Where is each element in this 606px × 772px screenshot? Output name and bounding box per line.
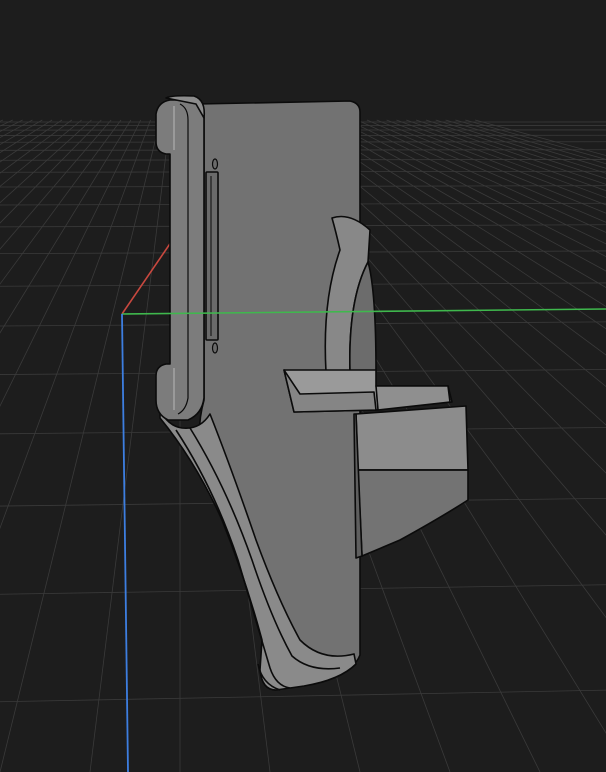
mounting-slot <box>205 171 219 341</box>
slot-bottom-hole <box>211 342 219 354</box>
block-front-face <box>357 469 469 557</box>
grid-line <box>0 119 43 146</box>
grid-line <box>0 689 606 703</box>
3d-viewport[interactable] <box>0 0 606 772</box>
grid-line <box>0 119 112 250</box>
grid-line <box>0 119 13 127</box>
grid-line <box>0 119 132 334</box>
model-bracket-mount[interactable] <box>155 94 469 691</box>
grid-line <box>0 119 92 204</box>
grid-line <box>0 119 161 772</box>
grid-line <box>89 119 171 772</box>
shelf-ledge-step <box>375 385 451 411</box>
grid-line <box>0 119 4 122</box>
left-rail <box>155 99 205 421</box>
grid-line <box>0 119 151 530</box>
grid-line <box>474 119 606 156</box>
grid-line <box>455 119 606 165</box>
grid-line <box>445 119 606 169</box>
grid-line <box>0 119 102 224</box>
viewport-canvas[interactable] <box>0 0 606 772</box>
grid-line <box>0 119 23 132</box>
slot-top-hole <box>211 158 219 170</box>
grid-line <box>0 119 63 163</box>
grid-line <box>0 119 53 154</box>
z-axis-line <box>121 313 129 772</box>
grid-line <box>0 119 73 174</box>
block-top-face <box>355 405 469 471</box>
grid-line <box>0 119 82 187</box>
grid-line <box>0 119 122 285</box>
